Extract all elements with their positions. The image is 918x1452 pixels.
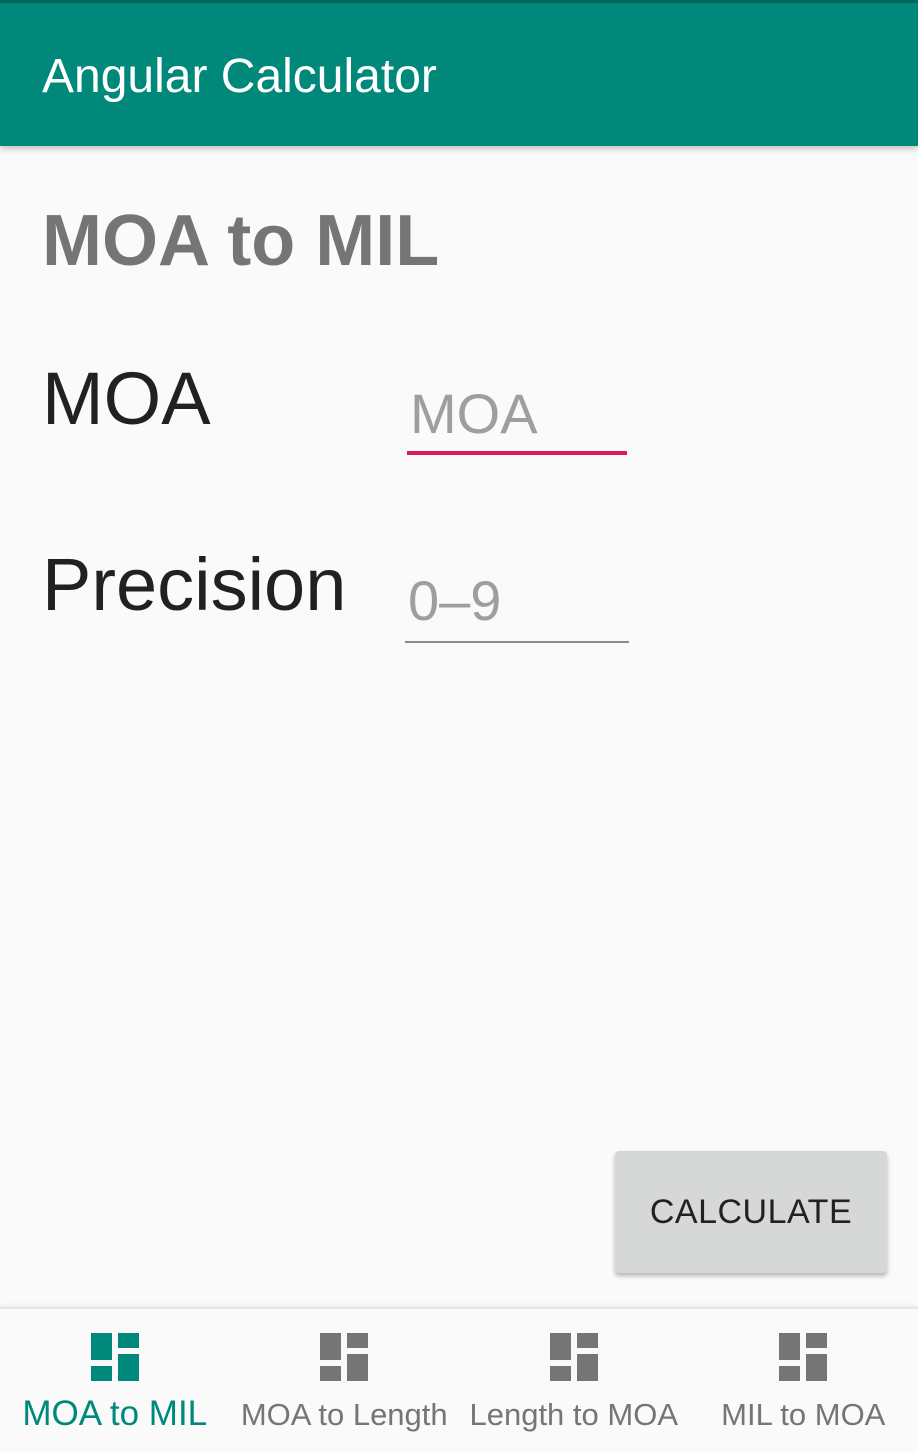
bottom-navigation: MOA to MIL MOA to Length Length to MOA M…	[0, 1307, 918, 1452]
dashboard-icon	[320, 1333, 369, 1381]
moa-input[interactable]	[407, 375, 627, 455]
app-bar: Angular Calculator	[0, 3, 918, 146]
nav-label: MOA to MIL	[22, 1394, 208, 1433]
precision-input[interactable]	[405, 560, 629, 643]
moa-label: MOA	[42, 357, 211, 440]
nav-item-length-to-moa[interactable]: Length to MOA	[459, 1309, 689, 1452]
app-screen: Angular Calculator MOA to MIL MOA Precis…	[0, 0, 918, 1452]
calculate-button[interactable]: CALCULATE	[615, 1151, 887, 1273]
nav-label: Length to MOA	[469, 1397, 678, 1432]
nav-label: MIL to MOA	[721, 1397, 886, 1432]
nav-item-moa-to-mil[interactable]: MOA to MIL	[0, 1309, 230, 1452]
nav-item-mil-to-moa[interactable]: MIL to MOA	[689, 1309, 918, 1452]
dashboard-icon	[90, 1333, 139, 1381]
nav-label: MOA to Length	[240, 1397, 448, 1432]
page-heading: MOA to MIL	[42, 201, 440, 281]
app-title: Angular Calculator	[42, 50, 437, 103]
precision-label: Precision	[42, 543, 347, 626]
nav-item-moa-to-length[interactable]: MOA to Length	[230, 1309, 460, 1452]
dashboard-icon	[549, 1333, 598, 1381]
dashboard-icon	[779, 1333, 828, 1381]
